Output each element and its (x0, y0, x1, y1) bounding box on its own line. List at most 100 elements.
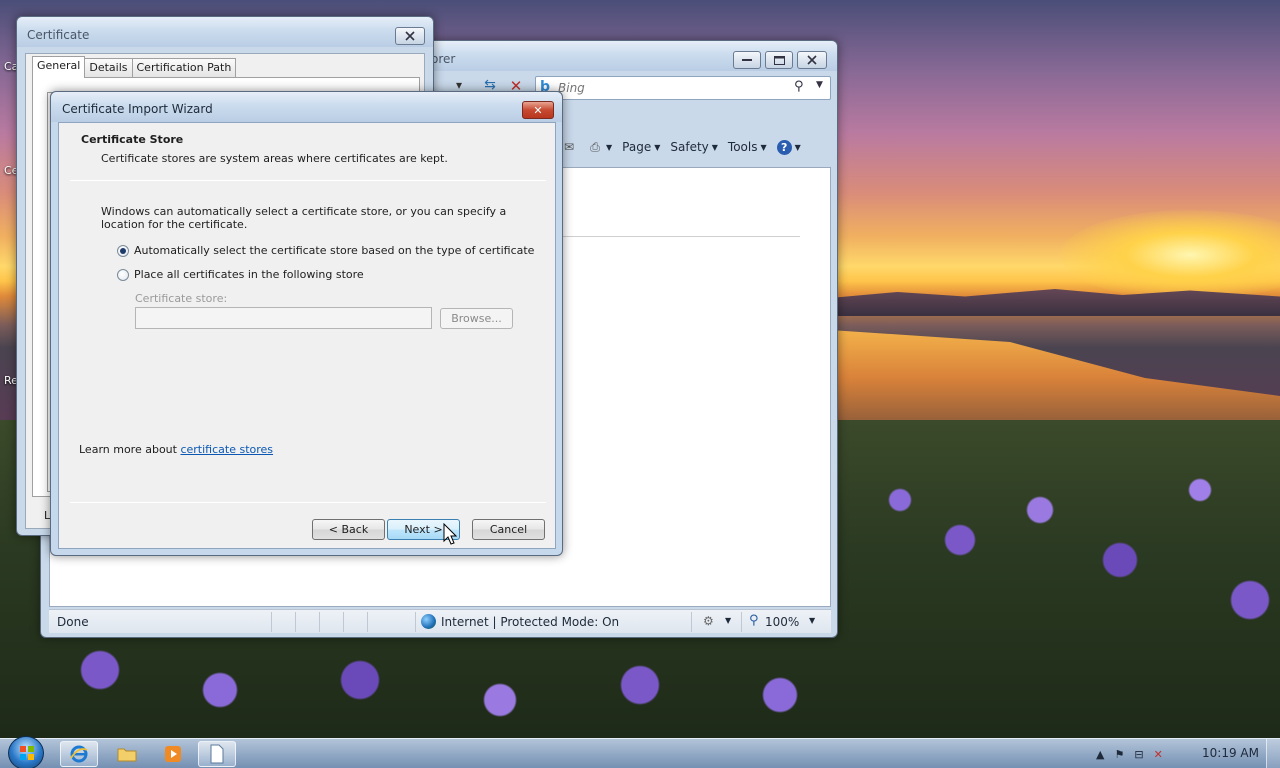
chevron-down-icon: ▼ (654, 142, 661, 152)
restore-icon (773, 55, 785, 65)
page-menu-label: Page (622, 140, 652, 154)
close-icon: ✕ (533, 103, 543, 117)
media-player-icon (165, 746, 181, 762)
wizard-body: Certificate Store Certificate stores are… (58, 122, 556, 549)
option-place-in-store[interactable]: Place all certificates in the following … (117, 268, 364, 281)
status-divider (691, 612, 692, 632)
learn-more-row: Learn more about certificate stores (79, 443, 273, 456)
search-icon[interactable]: ⚲ (794, 79, 804, 94)
show-hidden-icons-icon[interactable]: ▲ (1096, 748, 1104, 761)
internet-zone-globe-icon (421, 614, 436, 629)
certificate-close-button[interactable] (395, 27, 425, 45)
safety-menu[interactable]: Safety ▼ (670, 140, 718, 154)
tab-general[interactable]: General (32, 56, 86, 78)
mouse-cursor-icon (443, 523, 457, 545)
taskbar-document-window[interactable] (198, 741, 236, 767)
tab-details[interactable]: Details (84, 58, 133, 78)
windows-logo-icon (20, 746, 34, 760)
certificate-stores-link[interactable]: certificate stores (180, 443, 273, 456)
search-options-dropdown[interactable]: ▼ (816, 80, 823, 90)
maximize-button[interactable] (765, 51, 793, 69)
taskbar: ▲ ⚑ ⊟ ✕ 10:19 AM (0, 736, 1280, 768)
wizard-footer-divider (70, 502, 546, 503)
status-divider (295, 612, 296, 632)
tools-menu-label: Tools (727, 140, 758, 154)
taskbar-media-player[interactable] (154, 741, 192, 767)
page-horizontal-rule (562, 236, 800, 237)
ie-status-bar: Done Internet | Protected Mode: On ⚙ ▼ ⚲… (49, 609, 831, 633)
wizard-page-subtitle: Certificate stores are system areas wher… (101, 152, 448, 165)
wizard-close-button[interactable]: ✕ (522, 101, 554, 119)
help-icon: ? (776, 139, 792, 155)
volume-muted-icon[interactable]: ✕ (1154, 748, 1163, 761)
certificate-tabs: General Details Certification Path (32, 56, 237, 78)
chevron-down-icon: ▼ (760, 142, 767, 152)
safety-menu-label: Safety (670, 140, 709, 154)
page-menu[interactable]: Page ▼ (622, 140, 660, 154)
browse-button: Browse... (440, 308, 513, 329)
certificate-titlebar[interactable]: Certificate (17, 17, 433, 47)
ie-close-button[interactable] (797, 51, 827, 69)
wizard-page-title: Certificate Store (81, 133, 184, 146)
status-divider (741, 612, 742, 632)
learn-more-text: Learn more about (79, 443, 181, 456)
taskbar-internet-explorer[interactable] (60, 741, 98, 767)
status-divider (271, 612, 272, 632)
radio-dot (120, 247, 126, 254)
zoom-level[interactable]: 100% (765, 615, 799, 629)
network-icon[interactable]: ⊟ (1134, 748, 1143, 761)
print-button[interactable]: ⎙ ▼ (587, 140, 612, 155)
cancel-button[interactable]: Cancel (472, 519, 545, 540)
mail-icon[interactable]: ✉ (561, 140, 577, 154)
status-divider (415, 612, 416, 632)
ie-command-bar: ✉ ⎙ ▼ Page ▼ Safety ▼ Tools ▼ ? ▼ (561, 135, 831, 159)
help-menu[interactable]: ? ▼ (776, 139, 801, 155)
taskbar-windows-explorer[interactable] (108, 741, 146, 767)
certificate-import-wizard: Certificate Import Wizard ✕ Certificate … (50, 91, 563, 556)
close-icon (405, 31, 415, 41)
printer-icon: ⎙ (590, 139, 600, 154)
document-icon (210, 744, 224, 764)
taskbar-clock[interactable]: 10:19 AM (1202, 746, 1259, 760)
certificate-store-field (135, 307, 432, 329)
wizard-titlebar[interactable]: Certificate Import Wizard (51, 92, 562, 122)
system-tray: ▲ ⚑ ⊟ ✕ (1096, 739, 1163, 768)
radio-button[interactable] (117, 268, 129, 281)
folder-icon (117, 748, 137, 762)
chevron-down-icon[interactable]: ▼ (809, 616, 815, 625)
show-desktop-button[interactable] (1266, 739, 1280, 768)
zoom-icon[interactable]: ⚲ (749, 613, 759, 628)
wizard-header-divider (70, 180, 546, 181)
chevron-down-icon: ▼ (794, 142, 801, 152)
status-divider (319, 612, 320, 632)
back-button[interactable]: < Back (312, 519, 385, 540)
action-center-flag-icon[interactable]: ⚑ (1114, 748, 1124, 761)
tools-menu[interactable]: Tools ▼ (728, 140, 767, 154)
minimize-icon (742, 59, 752, 61)
wizard-intro-text: Windows can automatically select a certi… (101, 205, 507, 231)
sunset-glow (1060, 210, 1280, 300)
minimize-button[interactable] (733, 51, 761, 69)
status-divider (343, 612, 344, 632)
status-divider (367, 612, 368, 632)
internet-explorer-icon (70, 745, 88, 763)
status-text: Done (57, 615, 89, 629)
chevron-down-icon[interactable]: ▼ (725, 616, 731, 625)
option-place-label[interactable]: Place all certificates in the following … (134, 268, 364, 281)
option-automatic-label[interactable]: Automatically select the certificate sto… (134, 244, 534, 257)
security-zone-status[interactable]: Internet | Protected Mode: On (441, 615, 619, 629)
certificate-window-title: Certificate (27, 28, 90, 42)
chevron-down-icon: ▼ (711, 142, 718, 152)
radio-button-selected[interactable] (117, 244, 129, 257)
certificate-store-label: Certificate store: (135, 292, 228, 305)
protected-mode-icon[interactable]: ⚙ (703, 614, 714, 628)
option-automatic-store[interactable]: Automatically select the certificate sto… (117, 244, 534, 257)
start-button[interactable] (8, 736, 44, 768)
close-icon (807, 55, 817, 65)
search-input[interactable] (558, 80, 788, 96)
chevron-down-icon: ▼ (606, 142, 613, 152)
ie-window-title: orer (431, 52, 456, 66)
wizard-title: Certificate Import Wizard (62, 102, 213, 116)
search-box: b ⚲ ▼ (535, 76, 831, 100)
tab-certification-path[interactable]: Certification Path (131, 58, 237, 78)
